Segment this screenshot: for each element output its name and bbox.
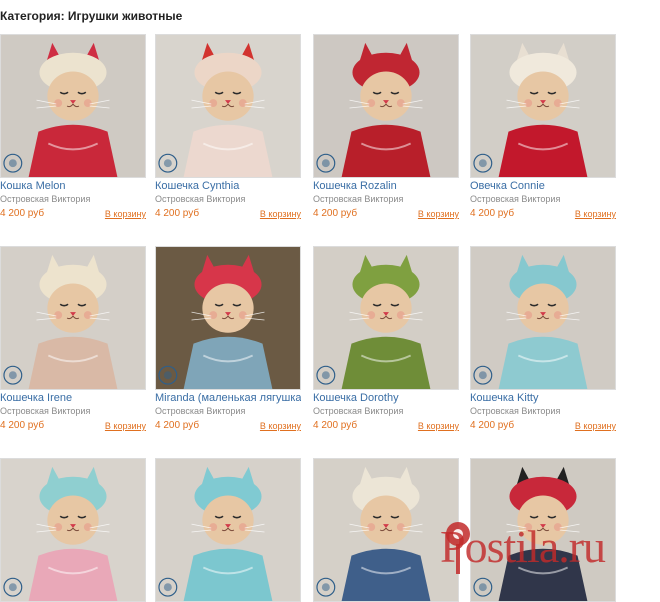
- add-to-cart-link[interactable]: В корзину: [260, 209, 301, 219]
- product-price: 4 200 руб: [155, 208, 200, 219]
- product-name-link[interactable]: Кошечка Irene: [0, 392, 146, 404]
- product-image[interactable]: [313, 34, 459, 178]
- product-price: 4 200 руб: [0, 420, 45, 431]
- product-image[interactable]: [470, 34, 616, 178]
- product-price: 4 200 руб: [470, 208, 515, 219]
- product-image[interactable]: [155, 246, 301, 390]
- product-name-link[interactable]: Кошечка Rozalin: [313, 180, 459, 192]
- product-price: 4 200 руб: [313, 208, 358, 219]
- product-image[interactable]: [0, 246, 146, 390]
- product-name-link[interactable]: Miranda (маленькая лягушка): [155, 392, 301, 404]
- product-author: Островская Виктория: [155, 194, 246, 204]
- product-price: 4 200 руб: [0, 208, 45, 219]
- product-price: 4 200 руб: [313, 420, 358, 431]
- product-image[interactable]: [155, 34, 301, 178]
- watermark-text: Postila.ru: [440, 521, 606, 572]
- product-image[interactable]: [0, 458, 146, 602]
- add-to-cart-link[interactable]: В корзину: [105, 421, 146, 431]
- product-author: Островская Виктория: [470, 406, 561, 416]
- product-name-link[interactable]: Кошечка Cynthia: [155, 180, 301, 192]
- product-author: Островская Виктория: [155, 406, 246, 416]
- product-image[interactable]: [0, 34, 146, 178]
- product-author: Островская Виктория: [0, 194, 91, 204]
- product-image[interactable]: [470, 246, 616, 390]
- category-title: Категория: Игрушки животные: [0, 9, 183, 23]
- add-to-cart-link[interactable]: В корзину: [575, 421, 616, 431]
- add-to-cart-link[interactable]: В корзину: [418, 421, 459, 431]
- product-author: Островская Виктория: [313, 194, 404, 204]
- postila-watermark: Postila.ru: [440, 508, 660, 588]
- product-image[interactable]: [313, 246, 459, 390]
- add-to-cart-link[interactable]: В корзину: [418, 209, 459, 219]
- add-to-cart-link[interactable]: В корзину: [575, 209, 616, 219]
- product-price: 4 200 руб: [470, 420, 515, 431]
- product-image[interactable]: [155, 458, 301, 602]
- product-name-link[interactable]: Овечка Connie: [470, 180, 616, 192]
- product-author: Островская Виктория: [0, 406, 91, 416]
- product-author: Островская Виктория: [470, 194, 561, 204]
- product-name-link[interactable]: Кошка Melon: [0, 180, 146, 192]
- product-name-link[interactable]: Кошечка Dorothy: [313, 392, 459, 404]
- product-author: Островская Виктория: [313, 406, 404, 416]
- add-to-cart-link[interactable]: В корзину: [260, 421, 301, 431]
- add-to-cart-link[interactable]: В корзину: [105, 209, 146, 219]
- product-name-link[interactable]: Кошечка Kitty: [470, 392, 616, 404]
- product-price: 4 200 руб: [155, 420, 200, 431]
